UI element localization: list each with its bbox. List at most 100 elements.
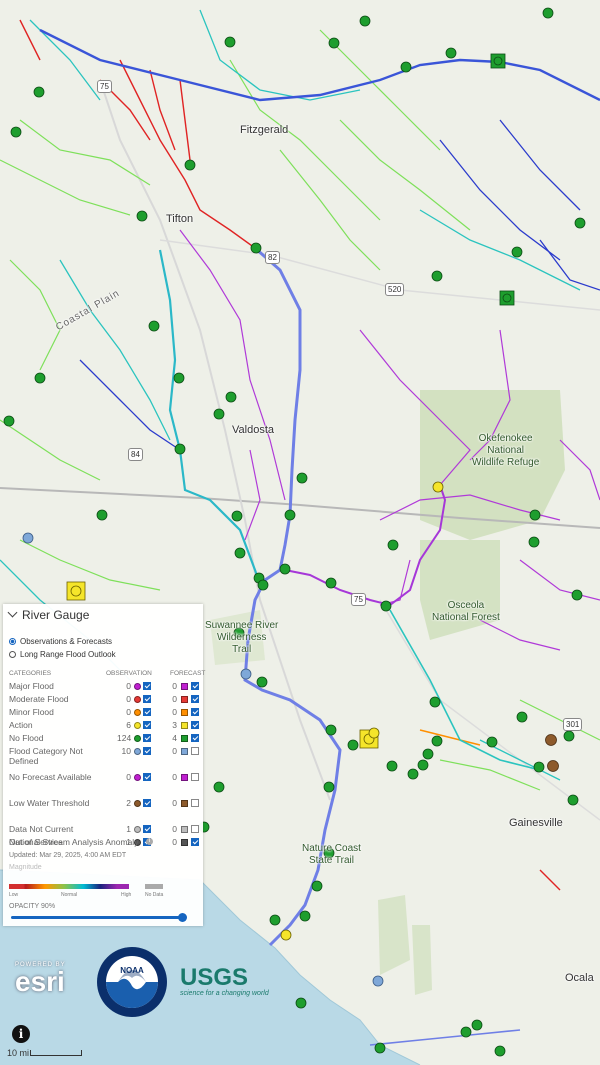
- obs-checkbox[interactable]: [143, 721, 151, 729]
- obs-symbol: [134, 709, 141, 716]
- scale-bar: 10 mi: [5, 1044, 82, 1062]
- magnitude-label: Magnitude: [9, 864, 42, 871]
- obs-count: 6: [126, 720, 131, 730]
- obs-count: 0: [126, 681, 131, 691]
- radio-observations-forecasts[interactable]: Observations & Forecasts: [9, 637, 112, 646]
- river-gauge-legend: River Gauge Observations & Forecasts Lon…: [3, 604, 205, 926]
- label-osceola: Osceola National Forest: [432, 600, 500, 623]
- chevron-down-icon[interactable]: [7, 607, 18, 618]
- fc-symbol: [181, 800, 188, 807]
- legend-row: Moderate Flood 0 0: [9, 694, 199, 707]
- legend-row: Action 6 3: [9, 720, 199, 733]
- shield-us301: 301: [563, 718, 583, 731]
- legend-row: Flood Category Not Defined 10 0: [9, 746, 199, 766]
- shield-ga520: 520: [385, 283, 405, 296]
- label-suwannee-trail: Suwannee River Wilderness Trail: [205, 620, 279, 655]
- obs-symbol: [134, 748, 141, 755]
- obs-symbol: [134, 683, 141, 690]
- obs-count: 0: [126, 772, 131, 782]
- label-gainesville: Gainesville: [509, 817, 563, 829]
- obs-checkbox[interactable]: [143, 682, 151, 690]
- obs-symbol: [134, 722, 141, 729]
- scale-low: Low: [9, 892, 19, 898]
- label-okefenokee: Okefenokee National Wildlife Refuge: [472, 433, 540, 468]
- legend-row: Low Water Threshold 2 0: [9, 798, 199, 811]
- fc-checkbox[interactable]: [191, 682, 199, 690]
- legend-row: Minor Flood 0 0: [9, 707, 199, 720]
- legend-row-label: Data Not Current: [9, 824, 74, 834]
- legend-row-label: Major Flood: [9, 681, 54, 691]
- fc-count: 0: [172, 681, 177, 691]
- radio-unselected-icon[interactable]: [9, 651, 16, 658]
- fc-checkbox[interactable]: [191, 825, 199, 833]
- obs-symbol: [134, 735, 141, 742]
- scale-nodata: No Data: [145, 892, 164, 898]
- fc-count: 0: [172, 746, 177, 756]
- fc-count: 0: [172, 694, 177, 704]
- legend-row-label: Low Water Threshold: [9, 798, 90, 808]
- obs-count: 10: [121, 746, 131, 756]
- obs-symbol: [134, 774, 141, 781]
- info-icon[interactable]: i: [12, 1025, 30, 1043]
- fc-checkbox[interactable]: [191, 799, 199, 807]
- fc-checkbox[interactable]: [191, 695, 199, 703]
- label-fitzgerald: Fitzgerald: [240, 124, 289, 136]
- obs-checkbox[interactable]: [143, 708, 151, 716]
- legend-row: No Forecast Available 0 0: [9, 772, 199, 785]
- radio-selected-icon[interactable]: [9, 638, 16, 645]
- esri-logo: POWERED BY esri: [15, 962, 66, 997]
- obs-count: 0: [126, 694, 131, 704]
- scale-high: High: [121, 892, 132, 898]
- obs-checkbox[interactable]: [143, 799, 151, 807]
- legend-row: Data Not Current 1 0: [9, 824, 199, 837]
- radio-long-range-outlook[interactable]: Long Range Flood Outlook: [9, 650, 116, 659]
- fc-symbol: [181, 774, 188, 781]
- anomaly-row: National Stream Analysis Anomaly i: [9, 837, 199, 850]
- fc-symbol: [181, 748, 188, 755]
- obs-count: 0: [126, 707, 131, 717]
- obs-symbol: [134, 696, 141, 703]
- legend-title: River Gauge: [22, 608, 90, 622]
- scale-normal: Normal: [61, 892, 78, 898]
- obs-checkbox[interactable]: [143, 825, 151, 833]
- col-categories: CATEGORIES: [9, 670, 52, 677]
- info-small-icon[interactable]: i: [146, 838, 153, 845]
- col-observation: OBSERVATION: [106, 670, 152, 677]
- obs-count: 1: [126, 824, 131, 834]
- fc-checkbox[interactable]: [191, 734, 199, 742]
- obs-checkbox[interactable]: [143, 734, 151, 742]
- shield-us82: 82: [265, 251, 280, 264]
- magnitude-nodata-swatch: [145, 884, 163, 889]
- obs-checkbox[interactable]: [143, 773, 151, 781]
- fc-count: 4: [172, 733, 177, 743]
- obs-checkbox[interactable]: [143, 747, 151, 755]
- obs-count: 124: [117, 733, 132, 743]
- magnitude-gradient: [9, 884, 129, 889]
- label-ocala: Ocala: [565, 972, 594, 984]
- fc-symbol: [181, 696, 188, 703]
- fc-symbol: [181, 826, 188, 833]
- label-tifton: Tifton: [166, 213, 194, 225]
- usgs-logo: USGS science for a changing world: [180, 964, 269, 998]
- fc-symbol: [181, 709, 188, 716]
- legend-row-label: No Forecast Available: [9, 772, 92, 782]
- fc-symbol: [181, 722, 188, 729]
- fc-checkbox[interactable]: [191, 747, 199, 755]
- opacity-slider[interactable]: [11, 913, 187, 922]
- obs-symbol: [134, 826, 141, 833]
- fc-count: 3: [172, 720, 177, 730]
- fc-checkbox[interactable]: [191, 773, 199, 781]
- legend-row-label: Moderate Flood: [9, 694, 69, 704]
- fc-symbol: [181, 735, 188, 742]
- opacity-label: OPACITY 90%: [9, 903, 56, 910]
- fc-count: 0: [172, 772, 177, 782]
- anomaly-checkbox[interactable]: [191, 838, 199, 846]
- obs-count: 2: [126, 798, 131, 808]
- legend-header[interactable]: River Gauge: [7, 607, 90, 622]
- obs-checkbox[interactable]: [143, 695, 151, 703]
- opacity-slider-knob[interactable]: [178, 913, 187, 922]
- noaa-logo: NOAA: [97, 947, 167, 1017]
- fc-count: 0: [172, 824, 177, 834]
- fc-checkbox[interactable]: [191, 708, 199, 716]
- fc-checkbox[interactable]: [191, 721, 199, 729]
